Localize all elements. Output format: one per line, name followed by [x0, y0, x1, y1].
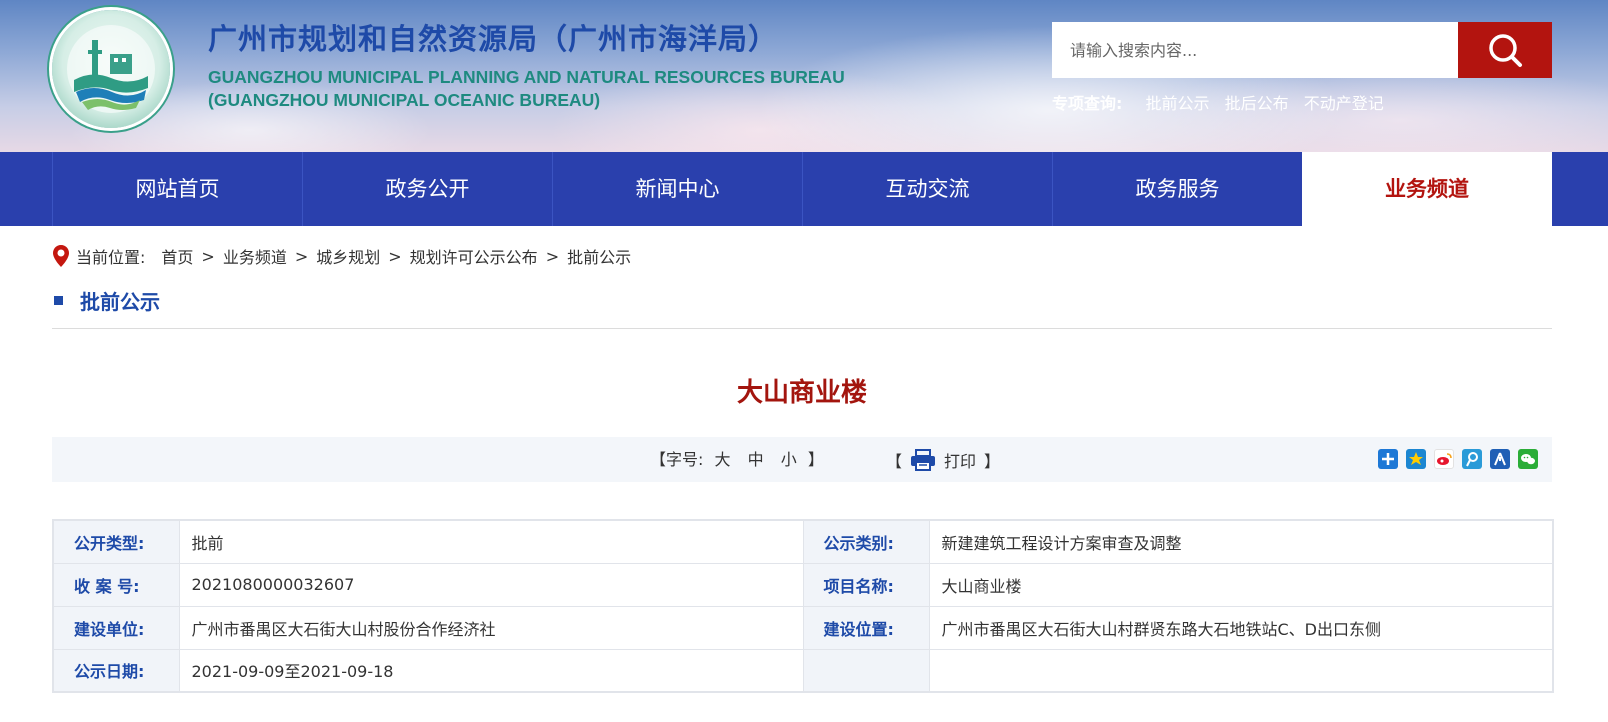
- quick-link-post-approval[interactable]: 批后公布: [1225, 94, 1289, 113]
- font-size-label: 【字号:: [650, 450, 704, 469]
- notice-date-label: 公示日期:: [52, 648, 180, 693]
- nav-item-business[interactable]: 业务频道: [1302, 152, 1552, 226]
- nav-item-home[interactable]: 网站首页: [52, 152, 302, 226]
- project-name-value: 大山商业楼: [928, 562, 1554, 607]
- breadcrumb-business[interactable]: 业务频道: [223, 244, 287, 268]
- font-size-small[interactable]: 小: [781, 450, 797, 469]
- share-bar: [1378, 449, 1538, 469]
- table-row: 建设单位: 广州市番禺区大石街大山村股份合作经济社 建设位置: 广州市番禺区大石…: [52, 605, 1554, 650]
- breadcrumb: 当前位置: 首页 > 业务频道 > 城乡规划 > 规划许可公示公布 > 批前公示: [52, 242, 631, 270]
- print-button[interactable]: 打印: [902, 448, 976, 472]
- table-row: 收 案 号: 2021080000032607 项目名称: 大山商业楼: [52, 562, 1554, 607]
- main-nav: 网站首页 政务公开 新闻中心 互动交流 政务服务 业务频道: [0, 152, 1608, 226]
- location-label: 建设位置:: [802, 605, 930, 650]
- print-control: 【 打印 】: [886, 437, 1000, 482]
- section-title: 批前公示: [80, 290, 160, 314]
- share-plus-icon[interactable]: [1378, 449, 1398, 469]
- tencent-weibo-icon[interactable]: [1462, 449, 1482, 469]
- disclosure-type-label: 公开类型:: [52, 519, 180, 564]
- case-number-label: 收 案 号:: [52, 562, 180, 607]
- breadcrumb-urban-planning[interactable]: 城乡规划: [316, 244, 380, 268]
- site-header: 广州市规划和自然资源局（广州市海洋局） GUANGZHOU MUNICIPAL …: [0, 0, 1608, 152]
- font-size-medium[interactable]: 中: [748, 450, 764, 469]
- font-size-close: 】: [807, 450, 824, 469]
- builder-label: 建设单位:: [52, 605, 180, 650]
- search-input[interactable]: [1052, 22, 1458, 78]
- quick-links: 专项查询: 批前公示 批后公布 不动产登记: [1052, 90, 1394, 114]
- article-title: 大山商业楼: [736, 378, 867, 408]
- printer-icon: [911, 448, 936, 471]
- breadcrumb-separator: >: [201, 246, 215, 266]
- table-row: 公示日期: 2021-09-09至2021-09-18: [52, 648, 1554, 693]
- print-bracket-open: 【: [886, 451, 903, 471]
- breadcrumb-separator: >: [545, 246, 560, 266]
- site-title-en-line2: (GUANGZHOU MUNICIPAL OCEANIC BUREAU): [208, 90, 601, 110]
- weibo-icon[interactable]: [1434, 449, 1454, 469]
- renren-icon[interactable]: [1490, 449, 1510, 469]
- info-table: 公开类型: 批前 公示类别: 新建建筑工程设计方案审查及调整 收 案 号: 20…: [52, 519, 1554, 693]
- quick-links-label: 专项查询:: [1052, 94, 1123, 113]
- article-toolbar: 【字号: 大 中 小 】 【 打印 】: [52, 437, 1552, 482]
- breadcrumb-separator: >: [294, 246, 309, 266]
- qzone-icon[interactable]: [1406, 449, 1426, 469]
- nav-item-news[interactable]: 新闻中心: [552, 152, 802, 226]
- notice-category-value: 新建建筑工程设计方案审查及调整: [928, 519, 1554, 564]
- location-pin-icon: [53, 245, 69, 267]
- empty-label-cell: [802, 648, 930, 693]
- font-size-large[interactable]: 大: [715, 450, 731, 469]
- notice-category-label: 公示类别:: [802, 519, 930, 564]
- site-title-cn: 广州市规划和自然资源局（广州市海洋局）: [208, 22, 779, 56]
- search-icon: [1489, 34, 1522, 67]
- disclosure-type-value: 批前: [178, 519, 804, 564]
- print-label: 打印: [944, 451, 977, 471]
- breadcrumb-pre-approval[interactable]: 批前公示: [567, 244, 631, 268]
- breadcrumb-home[interactable]: 首页: [161, 244, 193, 268]
- quick-link-real-estate[interactable]: 不动产登记: [1304, 94, 1384, 113]
- case-number-value: 2021080000032607: [178, 562, 804, 607]
- notice-date-value: 2021-09-09至2021-09-18: [178, 648, 804, 693]
- print-bracket-close: 】: [984, 451, 1001, 471]
- nav-item-gov-services[interactable]: 政务服务: [1052, 152, 1302, 226]
- section-header: 批前公示: [52, 286, 1552, 329]
- bureau-emblem-icon[interactable]: [52, 10, 170, 128]
- search-button[interactable]: [1458, 22, 1552, 78]
- breadcrumb-separator: >: [388, 246, 402, 266]
- breadcrumb-permit-notice[interactable]: 规划许可公示公布: [410, 244, 538, 268]
- builder-value: 广州市番禺区大石街大山村股份合作经济社: [178, 605, 804, 650]
- project-name-label: 项目名称:: [802, 562, 930, 607]
- breadcrumb-label: 当前位置:: [76, 248, 146, 267]
- nav-item-interaction[interactable]: 互动交流: [802, 152, 1052, 226]
- wechat-icon[interactable]: [1518, 449, 1538, 469]
- nav-item-gov-affairs[interactable]: 政务公开: [302, 152, 552, 226]
- quick-link-pre-approval[interactable]: 批前公示: [1146, 94, 1210, 113]
- location-value: 广州市番禺区大石街大山村群贤东路大石地铁站C、D出口东侧: [928, 605, 1554, 650]
- site-title-en: GUANGZHOU MUNICIPAL PLANNING AND NATURAL…: [208, 66, 845, 112]
- font-size-control: 【字号: 大 中 小 】: [650, 437, 824, 482]
- site-title-en-line1: GUANGZHOU MUNICIPAL PLANNING AND NATURAL…: [208, 67, 845, 87]
- table-row: 公开类型: 批前 公示类别: 新建建筑工程设计方案审查及调整: [52, 519, 1554, 564]
- empty-value-cell: [928, 648, 1554, 693]
- square-bullet-icon: [54, 296, 63, 305]
